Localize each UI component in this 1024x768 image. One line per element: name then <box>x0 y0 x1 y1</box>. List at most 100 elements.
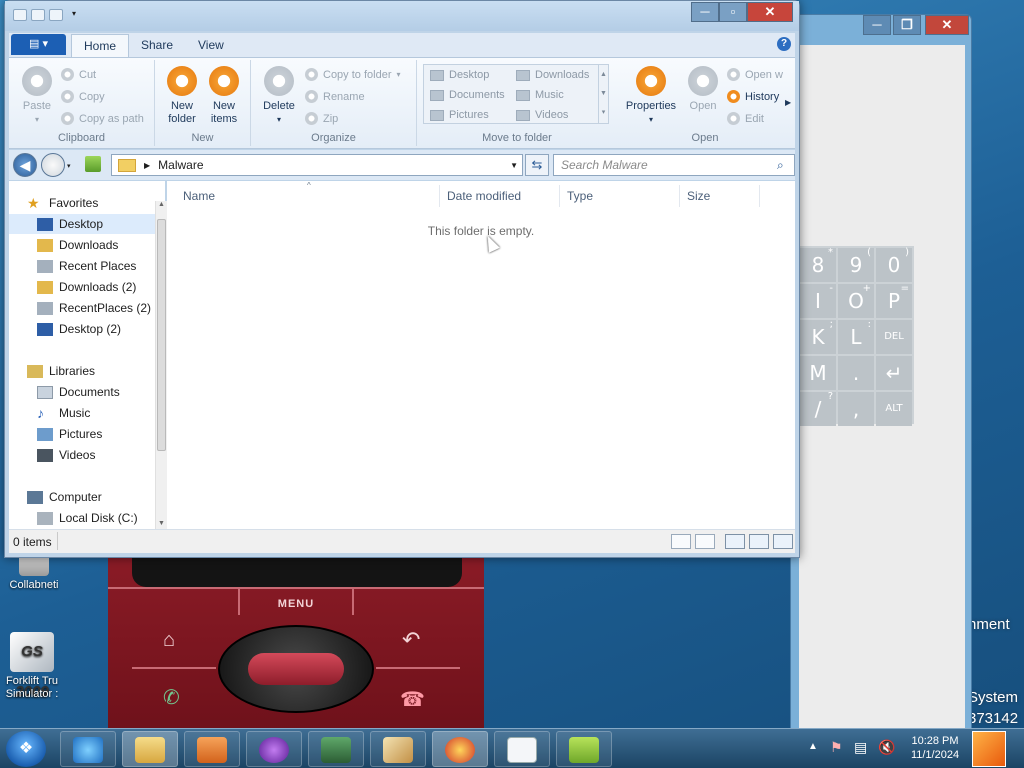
chevron-down-icon[interactable]: ▾ <box>67 9 81 21</box>
column-divider[interactable] <box>759 185 760 207</box>
taskbar-file-explorer[interactable] <box>122 731 178 767</box>
tab-view[interactable]: View <box>186 34 236 57</box>
move-to-videos[interactable]: Videos <box>516 109 568 121</box>
keypad-key[interactable]: O + <box>838 283 874 318</box>
sidebar-item-documents[interactable]: Documents <box>9 382 155 402</box>
nav-pane-scrollbar[interactable]: ▲ ▼ <box>155 201 167 529</box>
sidebar-item-recent-places-2[interactable]: RecentPlaces (2) <box>9 298 155 318</box>
new-folder-quick-icon[interactable] <box>49 9 63 21</box>
chevron-right-icon[interactable]: ▶ <box>785 98 791 107</box>
folder-icon[interactable] <box>13 9 27 21</box>
taskbar-emulator[interactable] <box>432 731 488 767</box>
volume-muted-icon[interactable]: 🔇 <box>878 739 895 756</box>
sidebar-item-videos[interactable]: Videos <box>9 445 155 465</box>
chevron-down-icon[interactable]: ▾ <box>67 162 71 170</box>
computer-header[interactable]: Computer <box>9 487 155 507</box>
back-icon[interactable]: ↶ <box>402 627 420 653</box>
sidebar-item-desktop[interactable]: Desktop <box>9 214 155 234</box>
tab-home[interactable]: Home <box>71 34 130 57</box>
rename-button[interactable]: Rename <box>305 90 365 103</box>
favorites-header[interactable]: ★ Favorites <box>27 193 173 213</box>
bg-close-button[interactable]: ✕ <box>925 15 969 35</box>
search-input[interactable]: Search Malware <box>553 154 795 176</box>
history-button[interactable]: History <box>727 90 779 103</box>
zip-button[interactable]: Zip <box>305 112 338 125</box>
home-icon[interactable]: ⌂ <box>163 629 175 652</box>
sidebar-item-downloads-2[interactable]: Downloads (2) <box>9 277 155 297</box>
column-divider[interactable] <box>439 185 440 207</box>
copy-button[interactable]: Copy <box>61 90 105 103</box>
sidebar-item-desktop-2[interactable]: Desktop (2) <box>9 319 155 339</box>
details-view-icon[interactable] <box>671 534 691 549</box>
bg-minimize-button[interactable]: ─ <box>863 15 891 35</box>
taskbar-android[interactable] <box>556 731 612 767</box>
taskbar-monitor-app[interactable] <box>308 731 364 767</box>
taskbar-list-app[interactable] <box>494 731 550 767</box>
scroll-up-icon[interactable]: ▲ <box>156 201 167 208</box>
taskbar-paint[interactable] <box>370 731 426 767</box>
sidebar-item-downloads[interactable]: Downloads <box>9 235 155 255</box>
new-items-button[interactable]: New items <box>203 66 245 126</box>
properties-quick-icon[interactable] <box>31 9 45 21</box>
move-to-pictures[interactable]: Pictures <box>430 109 489 121</box>
keypad-key[interactable]: I- <box>800 283 836 318</box>
column-size[interactable]: Size <box>687 189 710 203</box>
minimize-button[interactable]: ─ <box>691 2 719 22</box>
keypad-key[interactable]: DEL <box>876 320 912 354</box>
navigation-pane-toggle-icon[interactable] <box>725 534 745 549</box>
move-to-music[interactable]: Music <box>516 89 564 101</box>
delete-button[interactable]: Delete ▾ <box>257 66 301 126</box>
taskbar-media-player[interactable] <box>184 731 240 767</box>
show-desktop-button[interactable] <box>972 731 1006 767</box>
paste-button[interactable]: Paste ▾ <box>15 66 59 126</box>
taskbar-purple-app[interactable] <box>246 731 302 767</box>
details-pane-toggle-icon[interactable] <box>773 534 793 549</box>
properties-button[interactable]: Properties ▾ <box>619 66 683 126</box>
preview-pane-toggle-icon[interactable] <box>749 534 769 549</box>
copy-to-folder-button[interactable]: Copy to folder ▾ <box>305 68 401 81</box>
scroll-down-icon[interactable]: ▼ <box>156 520 167 527</box>
center-select-button[interactable] <box>248 653 344 685</box>
forward-button[interactable] <box>41 153 65 177</box>
new-folder-button[interactable]: New folder <box>161 66 203 126</box>
search-icon[interactable]: ⌕ <box>777 158 784 173</box>
column-name[interactable]: Name <box>183 189 215 203</box>
move-to-desktop[interactable]: Desktop <box>430 69 489 81</box>
keypad-key[interactable]: 0) <box>876 247 912 282</box>
move-to-documents[interactable]: Documents <box>430 89 505 101</box>
sidebar-item-pictures[interactable]: Pictures <box>9 424 155 444</box>
open-with-button[interactable]: Open w <box>727 68 783 81</box>
column-divider[interactable] <box>679 185 680 207</box>
call-icon[interactable]: ✆ <box>163 685 180 710</box>
address-bar[interactable]: ▶ Malware ▼ <box>111 154 523 176</box>
clock[interactable]: 10:28 PM 11/1/2024 <box>904 734 966 762</box>
move-to-downloads[interactable]: Downloads <box>516 69 589 81</box>
action-center-icon[interactable]: ⚑ <box>830 739 843 756</box>
taskbar-internet-explorer[interactable] <box>60 731 116 767</box>
keypad-key[interactable]: , <box>838 392 874 426</box>
close-button[interactable]: ✕ <box>747 2 793 22</box>
show-hidden-icons-icon[interactable]: ▲ <box>808 741 818 752</box>
keypad-key[interactable]: K; <box>800 319 836 354</box>
start-button[interactable]: ❖ <box>6 731 46 767</box>
keypad-key[interactable]: 8 * <box>800 247 836 282</box>
cut-button[interactable]: Cut <box>61 68 96 81</box>
keypad-key[interactable]: M <box>800 356 836 390</box>
large-icons-view-icon[interactable] <box>695 534 715 549</box>
keypad-key[interactable]: 9( <box>838 247 874 282</box>
bg-maximize-button[interactable]: ❐ <box>893 15 921 35</box>
keypad-key[interactable]: ↵ <box>876 356 912 390</box>
keypad-key[interactable]: L: <box>838 319 874 354</box>
desktop-icon-forklift-simulator[interactable]: GS 2009 Forklift Tru Simulator : <box>0 632 64 701</box>
maximize-button[interactable]: ▫ <box>719 2 747 22</box>
sidebar-item-music[interactable]: ♪ Music <box>9 403 155 423</box>
menu-button[interactable]: MENU <box>238 587 354 615</box>
gallery-scroll[interactable]: ▲ ▼ ▾ <box>598 65 608 123</box>
column-date-modified[interactable]: Date modified <box>447 189 521 203</box>
edit-button[interactable]: Edit <box>727 112 764 125</box>
column-type[interactable]: Type <box>567 189 593 203</box>
address-history-chevron-icon[interactable]: ▼ <box>510 161 518 170</box>
sidebar-item-local-disk[interactable]: Local Disk (C:) <box>9 508 155 528</box>
up-folder-icon[interactable] <box>85 156 101 172</box>
end-call-icon[interactable]: ☎ <box>400 687 425 712</box>
